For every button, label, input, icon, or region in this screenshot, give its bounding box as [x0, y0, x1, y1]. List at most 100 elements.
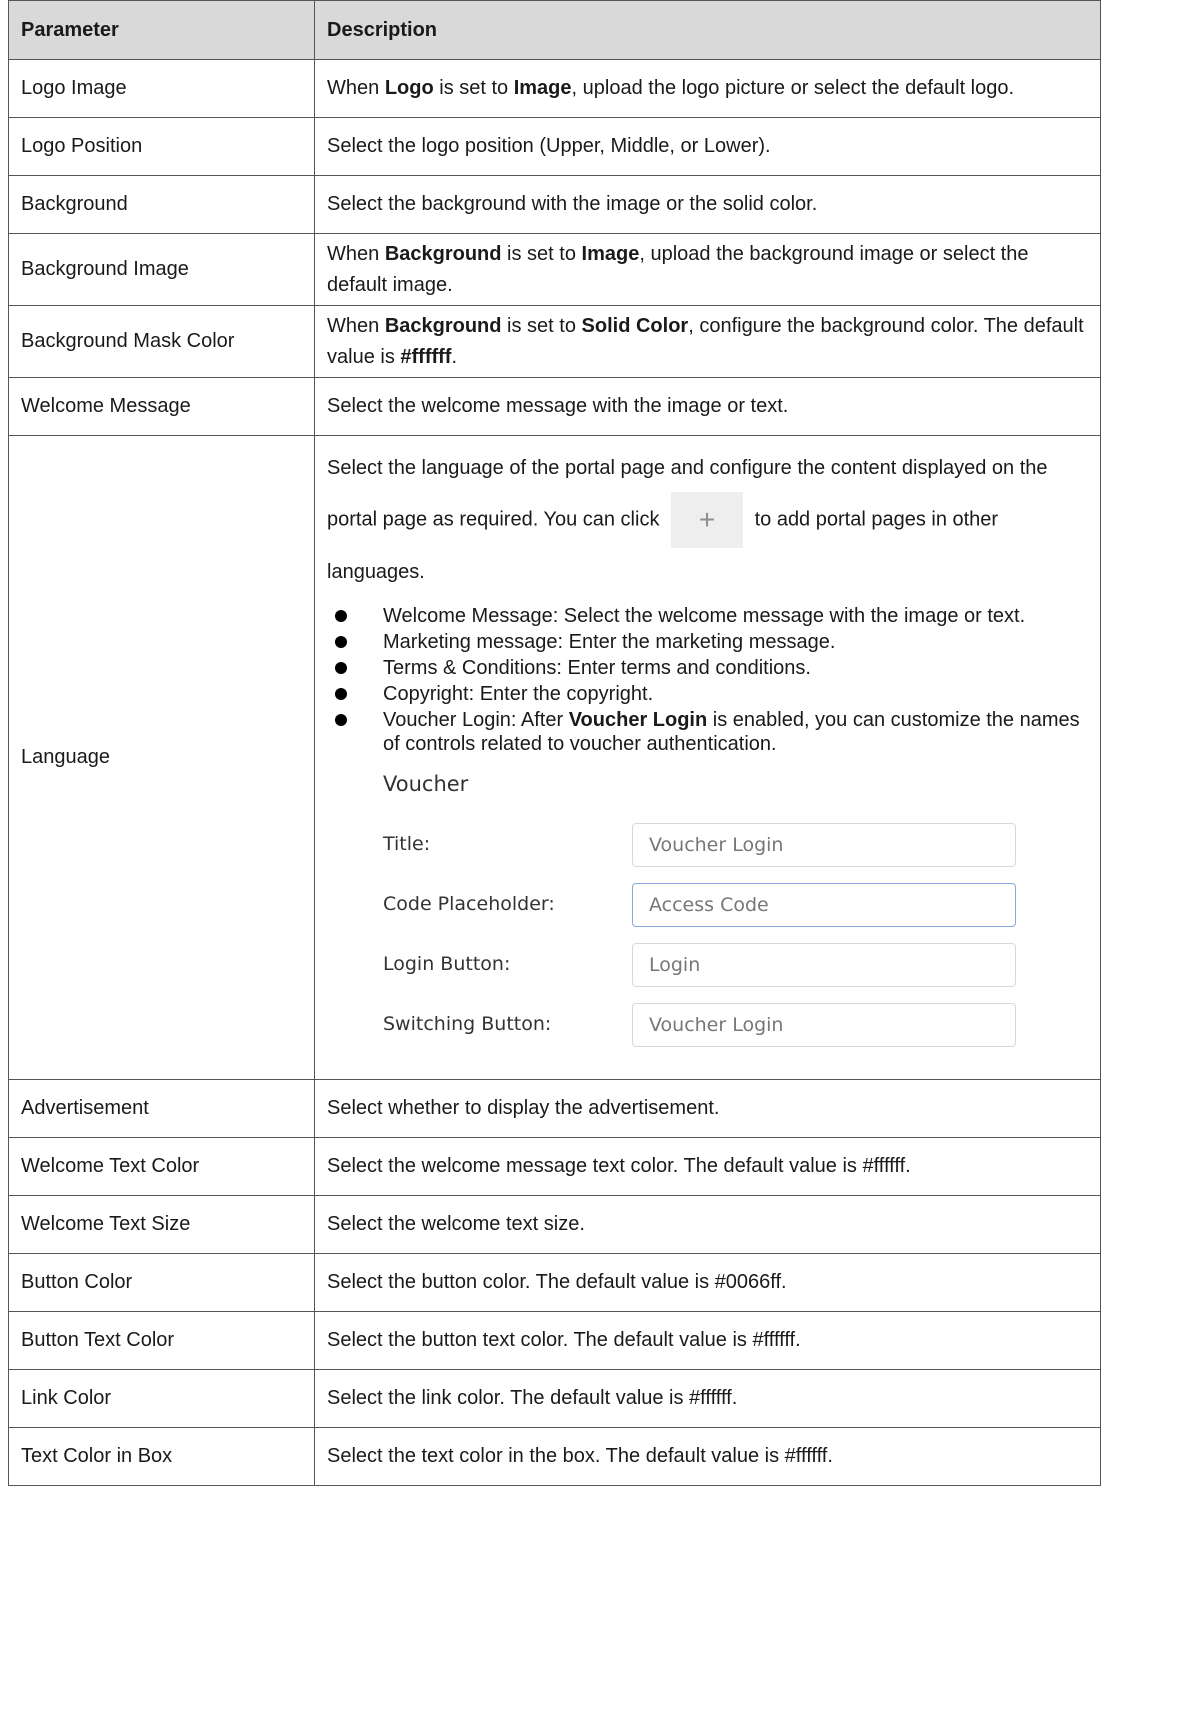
text-segment: Select whether to display the advertisem… [327, 1096, 720, 1119]
table-row: Logo Image When Logo is set to Image, upl… [8, 59, 1101, 118]
table-row: Background Select the background with the… [8, 175, 1101, 234]
voucher-field-input[interactable]: Access Code [632, 882, 1016, 927]
bullet-dot-icon [335, 662, 347, 674]
text-segment: Select the logo position (Upper, Middle,… [327, 135, 771, 157]
voucher-field-row: Title: Voucher Login [383, 815, 1088, 875]
voucher-field-input[interactable]: Voucher Login [632, 1002, 1016, 1047]
description-cell: Select whether to display the advertisem… [314, 1078, 1101, 1138]
bullet-item: Copyright: Enter the copyright. [327, 682, 1088, 706]
parameter-cell: Background [8, 175, 315, 234]
voucher-field-input[interactable]: Login [632, 942, 1016, 987]
description-cell: Select the welcome message with the imag… [314, 377, 1101, 436]
bold-text: Logo [384, 77, 434, 99]
parameter-cell: Text Color in Box [8, 1426, 315, 1486]
description-cell: Select the button color. The default val… [314, 1252, 1101, 1312]
table-row: Welcome Text Size Select the welcome text… [8, 1194, 1101, 1254]
parameter-cell: Background Image [8, 233, 315, 306]
description-cell: Select the link color. The default value… [314, 1368, 1101, 1428]
table-body: Logo Image When Logo is set to Image, upl… [8, 59, 1101, 1486]
bullet-item: Terms & Conditions: Enter terms and cond… [327, 656, 1088, 680]
text-segment: Select the text color in the box. The de… [327, 1444, 833, 1467]
voucher-field-row: Code Placeholder: Access Code [383, 875, 1088, 935]
table-row: Logo Position Select the logo position (U… [8, 117, 1101, 176]
parameter-cell: Welcome Message [8, 377, 315, 436]
parameter-cell: Welcome Text Color [8, 1136, 315, 1196]
table-row: Language Select the language of the porta… [8, 435, 1101, 1080]
table-row: Link Color Select the link color. The def… [8, 1368, 1101, 1428]
bullet-list: Welcome Message: Select the welcome mess… [327, 604, 1088, 756]
text-segment: is set to [501, 314, 582, 337]
text-segment: Select the link color. The default value… [327, 1386, 738, 1409]
voucher-field-label: Switching Button: [383, 1012, 552, 1035]
bold-text: Background [384, 314, 502, 337]
bullet-dot-icon [335, 610, 347, 622]
parameter-cell: Logo Image [8, 59, 315, 118]
description-cell: Select the welcome message text color. T… [314, 1136, 1101, 1196]
table-row: Background Image When Background is set t… [8, 233, 1101, 306]
voucher-field-label: Login Button: [383, 952, 511, 975]
text-segment: Select the welcome text size. [327, 1212, 585, 1235]
voucher-field-row: Switching Button: Voucher Login [383, 995, 1088, 1055]
text-segment: is set to [501, 242, 582, 265]
text-segment: Voucher Login: After [383, 709, 569, 731]
bullet-item: Welcome Message: Select the welcome mess… [327, 604, 1088, 628]
voucher-field-row: Login Button: Login [383, 935, 1088, 995]
language-intro-paragraph: Select the language of the portal page a… [327, 444, 1088, 596]
table-row: Background Mask Color When Background is … [8, 305, 1101, 378]
description-cell: Select the button text color. The defaul… [314, 1310, 1101, 1370]
bold-text: Image [513, 77, 572, 99]
bold-text: #ffffff [400, 345, 452, 368]
bold-text: Solid Color [581, 314, 689, 337]
bullet-dot-icon [335, 714, 347, 726]
bullet-dot-icon [335, 636, 347, 648]
bullet-item: Voucher Login: After Voucher Login is en… [327, 708, 1088, 756]
description-cell: When Logo is set to Image, upload the lo… [314, 59, 1101, 118]
description-cell: Select the welcome text size. [314, 1194, 1101, 1254]
text-segment: Welcome Message: Select the welcome mess… [383, 605, 1026, 627]
plus-icon[interactable]: + [671, 492, 744, 548]
table-row: Button Color Select the button color. The… [8, 1252, 1101, 1312]
parameter-cell: Button Text Color [8, 1310, 315, 1370]
parameter-cell: Advertisement [8, 1078, 315, 1138]
table-header-row: Parameter Description [8, 0, 1101, 60]
text-segment: Copyright: Enter the copyright. [383, 683, 654, 705]
text-segment: Select the welcome message with the imag… [327, 395, 789, 417]
text-segment: Select the welcome message text color. T… [327, 1154, 911, 1177]
description-cell: Select the text color in the box. The de… [314, 1426, 1101, 1486]
voucher-field-label: Title: [383, 832, 431, 855]
description-cell: Select the logo position (Upper, Middle,… [314, 117, 1101, 176]
bold-text: Background [384, 242, 502, 265]
text-segment: . [451, 345, 458, 368]
column-header-description: Description [314, 0, 1101, 60]
description-cell: When Background is set to Image, upload … [314, 233, 1101, 306]
column-header-parameter: Parameter [8, 0, 315, 60]
text-segment: Marketing message: Enter the marketing m… [383, 631, 836, 653]
text-segment: Select the button color. The default val… [327, 1270, 787, 1293]
table-row: Welcome Text Color Select the welcome mes… [8, 1136, 1101, 1196]
text-segment: Select the button text color. The defaul… [327, 1328, 801, 1351]
document-page: Parameter Description Logo Image When Log… [0, 0, 1198, 1709]
table-row: Welcome Message Select the welcome messag… [8, 377, 1101, 436]
parameter-cell: Button Color [8, 1252, 315, 1312]
voucher-title: Voucher [383, 772, 469, 796]
text-segment: Terms & Conditions: Enter terms and cond… [383, 657, 811, 679]
text-segment: , upload the logo picture or select the … [571, 77, 1015, 99]
language-intro: Select the language of the portal page a… [327, 436, 1088, 596]
parameter-cell: Welcome Text Size [8, 1194, 315, 1254]
parameter-cell: Background Mask Color [8, 305, 315, 378]
bold-text: Voucher Login [568, 709, 708, 731]
voucher-settings-panel: Voucher Title: Voucher Login Code Placehold… [383, 768, 1088, 1055]
parameter-cell: Language [8, 435, 315, 1080]
description-cell: Select the background with the image or … [314, 175, 1101, 234]
description-cell: Select the language of the portal page a… [314, 435, 1101, 1080]
bullet-item: Marketing message: Enter the marketing m… [327, 630, 1088, 654]
text-segment: is set to [433, 77, 514, 99]
text-segment: When [327, 242, 385, 265]
voucher-field-label: Code Placeholder: [383, 892, 555, 915]
table-row: Text Color in Box Select the text color i… [8, 1426, 1101, 1486]
text-segment: Select the background with the image or … [327, 193, 818, 215]
parameter-table: Parameter Description Logo Image When Log… [8, 0, 1101, 1486]
bold-text: Image [581, 242, 640, 265]
voucher-field-input[interactable]: Voucher Login [632, 822, 1016, 867]
description-cell: When Background is set to Solid Color, c… [314, 305, 1101, 378]
